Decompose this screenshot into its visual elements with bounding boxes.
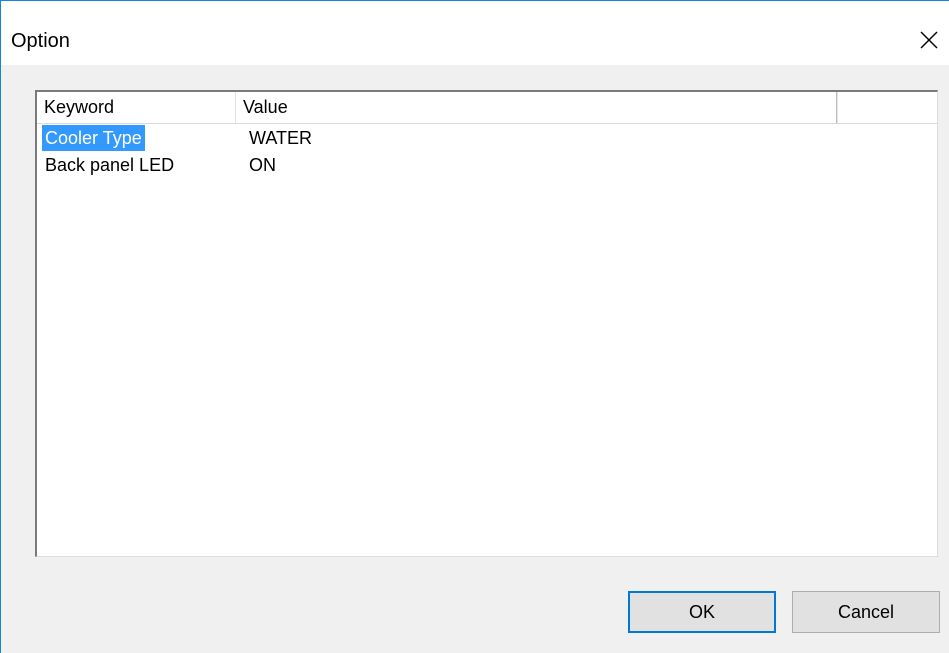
list-item[interactable]: Cooler Type WATER: [37, 125, 937, 151]
options-list-view[interactable]: Keyword Value Cooler Type WATER Back pan…: [35, 90, 938, 557]
column-header-value[interactable]: Value: [236, 92, 837, 123]
keyword-cell: Back panel LED: [45, 155, 175, 175]
column-header-keyword[interactable]: Keyword: [37, 92, 236, 123]
ok-button[interactable]: OK: [628, 591, 776, 633]
list-header: Keyword Value: [37, 92, 937, 124]
option-dialog: Option Keyword Value Cooler Type WATER B…: [0, 0, 949, 653]
keyword-cell: Cooler Type: [42, 125, 145, 151]
close-button[interactable]: [909, 15, 949, 61]
list-item[interactable]: Back panel LED ON: [37, 152, 937, 178]
close-icon: [920, 31, 938, 49]
column-header-filler: [837, 92, 938, 123]
title-bar: Option: [1, 1, 949, 65]
value-cell: ON: [249, 155, 276, 175]
value-cell: WATER: [249, 128, 312, 148]
cancel-button[interactable]: Cancel: [792, 591, 940, 633]
dialog-title: Option: [11, 30, 70, 52]
